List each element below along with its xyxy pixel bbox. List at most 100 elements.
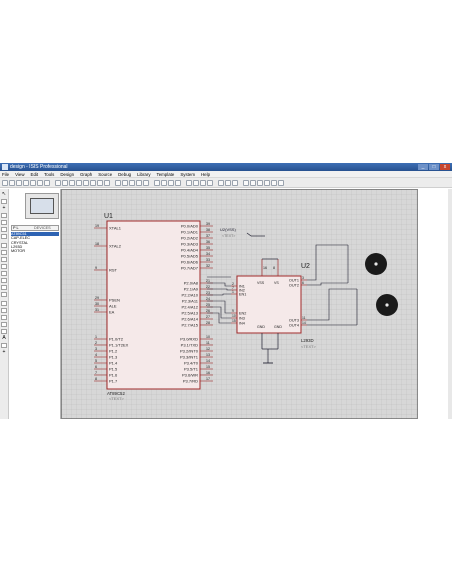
maximize-button[interactable]: □ [429, 164, 439, 170]
u1-pin-number: 38 [206, 228, 210, 232]
tape-recorder-icon[interactable] [1, 264, 7, 269]
u1-pin-name: XTAL2 [109, 243, 122, 248]
symbol-icon[interactable] [1, 343, 7, 348]
device-selector-panel: P L DEVICES AT89C51 CAP-ELEC CRYSTAL L29… [9, 189, 61, 419]
menu-template[interactable]: Template [157, 171, 175, 177]
block-delete-icon[interactable] [175, 179, 181, 186]
subcircuit-icon[interactable] [1, 234, 7, 239]
devices-title: DEVICES [34, 226, 51, 230]
graph-icon[interactable] [1, 257, 7, 262]
vertical-scrollbar[interactable] [448, 189, 452, 419]
component-mode-icon[interactable] [1, 199, 7, 204]
buses-icon[interactable] [1, 227, 7, 232]
print-area-icon[interactable] [44, 179, 50, 186]
close-button[interactable]: x [440, 164, 450, 170]
menu-edit[interactable]: Edit [31, 171, 39, 177]
u2-pin-name: IN3 [239, 316, 245, 320]
u1-pin-number: 32 [206, 264, 210, 268]
marker-icon[interactable]: + [1, 350, 7, 355]
menu-source[interactable]: Source [98, 171, 112, 177]
redo-icon[interactable] [122, 179, 128, 186]
zoom-out-icon[interactable] [90, 179, 96, 186]
exit-to-parent-icon[interactable] [257, 179, 263, 186]
title-bar: design - ISIS Professional _ □ x [0, 163, 452, 171]
menu-file[interactable]: File [2, 171, 9, 177]
block-copy-icon[interactable] [154, 179, 160, 186]
u1-pin-number: 2 [95, 341, 97, 345]
u1-pin-name: P3.6/WR [182, 372, 198, 377]
search-icon[interactable] [225, 179, 231, 186]
new-sheet-icon[interactable] [243, 179, 249, 186]
menu-library[interactable]: Library [137, 171, 150, 177]
motor-2-shaft [385, 303, 389, 307]
list-item[interactable]: MOTOR [11, 249, 59, 253]
save-file-icon[interactable] [16, 179, 22, 186]
schematic-canvas[interactable]: U1 AT89C52 <TEXT> 19 XTAL1 18 XTAL2 9 RST 29 PS… [61, 189, 418, 419]
decompose-icon[interactable] [207, 179, 213, 186]
netlist-to-ares-icon[interactable] [278, 179, 284, 186]
device-pins-icon[interactable] [1, 250, 7, 255]
wire-label-icon[interactable] [1, 213, 7, 218]
open-file-icon[interactable] [9, 179, 15, 186]
grid-icon[interactable] [62, 179, 68, 186]
zoom-all-icon[interactable] [97, 179, 103, 186]
u1-pin-number: 28 [206, 321, 210, 325]
u1-pin-number: 3 [95, 347, 97, 351]
line-icon[interactable] [1, 301, 7, 306]
current-probe-icon[interactable] [1, 285, 7, 290]
export-icon[interactable] [30, 179, 36, 186]
menu-debug[interactable]: Debug [118, 171, 131, 177]
u2-pin-16-number: 16 [263, 266, 267, 270]
window-title: design - ISIS Professional [10, 164, 68, 170]
generator-icon[interactable] [1, 271, 7, 276]
junction-dot-icon[interactable]: + [1, 206, 7, 211]
menu-view[interactable]: View [15, 171, 24, 177]
block-move-icon[interactable] [161, 179, 167, 186]
arc-icon[interactable] [1, 322, 7, 327]
box-icon[interactable] [1, 308, 7, 313]
terminals-icon[interactable] [1, 243, 7, 248]
zoom-area-icon[interactable] [104, 179, 110, 186]
minimize-button[interactable]: _ [418, 164, 428, 170]
u2-pin-number: 9 [232, 309, 234, 313]
menu-tools[interactable]: Tools [44, 171, 54, 177]
menu-graph[interactable]: Graph [80, 171, 92, 177]
pan-icon[interactable] [76, 179, 82, 186]
voltage-probe-icon[interactable] [1, 278, 7, 283]
block-rotate-icon[interactable] [168, 179, 174, 186]
print-icon[interactable] [37, 179, 43, 186]
undo-icon[interactable] [115, 179, 121, 186]
package-tool-icon[interactable] [200, 179, 206, 186]
u2-vs-label: VS [274, 281, 279, 285]
path-icon[interactable] [1, 329, 7, 334]
copy-icon[interactable] [136, 179, 142, 186]
origin-icon[interactable] [69, 179, 75, 186]
pick-devices-button[interactable]: P L [13, 226, 19, 230]
paste-icon[interactable] [143, 179, 149, 186]
circle-icon[interactable] [1, 315, 7, 320]
virtual-instruments-icon[interactable] [1, 292, 7, 297]
zoom-in-icon[interactable] [83, 179, 89, 186]
electrical-rule-check-icon[interactable] [271, 179, 277, 186]
text-icon[interactable]: A [1, 336, 7, 341]
redraw-icon[interactable] [55, 179, 61, 186]
cut-icon[interactable] [129, 179, 135, 186]
property-assign-icon[interactable] [232, 179, 238, 186]
u1-pin-name: P0.6/AD6 [181, 259, 199, 264]
schematic-drawing[interactable]: U1 AT89C52 <TEXT> 19 XTAL118 XTAL29 RST29 PS… [61, 189, 418, 419]
menu-help[interactable]: Help [201, 171, 210, 177]
new-file-icon[interactable] [2, 179, 8, 186]
text-script-icon[interactable] [1, 220, 7, 225]
u2-part-name: L293D [301, 338, 314, 343]
device-preview [25, 193, 59, 219]
menu-system[interactable]: System [180, 171, 195, 177]
preview-component-icon [30, 198, 54, 214]
make-device-icon[interactable] [193, 179, 199, 186]
remove-sheet-icon[interactable] [250, 179, 256, 186]
import-icon[interactable] [23, 179, 29, 186]
pick-device-icon[interactable] [186, 179, 192, 186]
bill-of-materials-icon[interactable] [264, 179, 270, 186]
selection-mode-icon[interactable]: ↖ [1, 192, 7, 197]
menu-design[interactable]: Design [60, 171, 74, 177]
wire-autorouter-icon[interactable] [218, 179, 224, 186]
